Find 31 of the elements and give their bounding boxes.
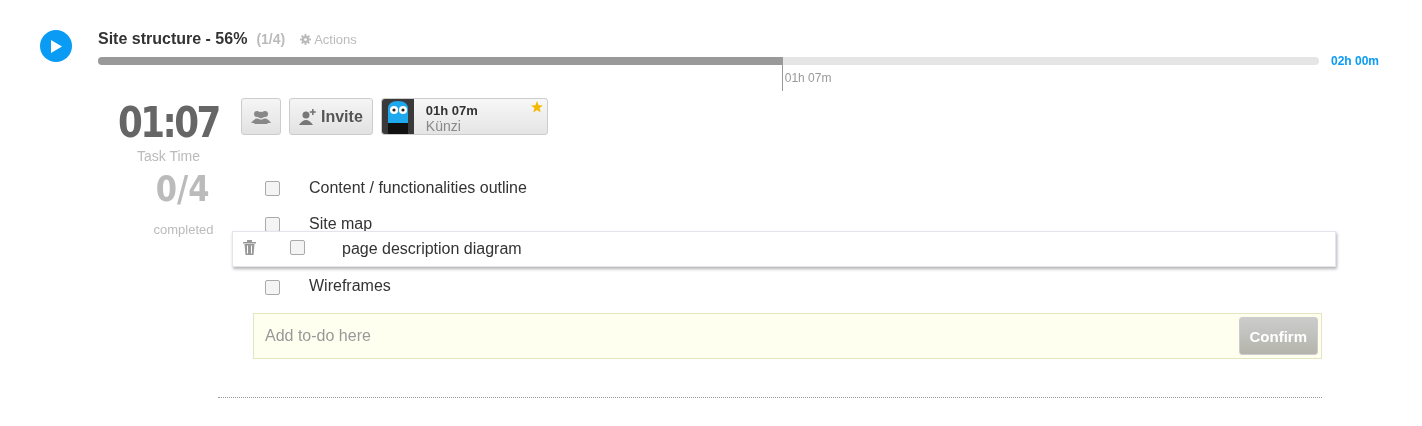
checkbox[interactable] xyxy=(290,239,305,255)
trash-icon[interactable] xyxy=(243,240,256,255)
todo-input[interactable]: Add to-do here xyxy=(263,326,867,346)
subtask-count: (1/4) xyxy=(256,31,286,47)
play-button[interactable] xyxy=(40,30,72,62)
gear-icon xyxy=(300,33,312,45)
task-timer: 01:07 xyxy=(118,98,219,148)
task-title: Site structure - 56% xyxy=(98,30,248,48)
invite-button[interactable]: Invite xyxy=(289,98,373,135)
time-marker xyxy=(781,57,783,91)
dragged-todo-popup[interactable]: page description diagram xyxy=(232,231,1336,267)
estimated-time: 02h 00m xyxy=(1331,54,1380,68)
member-time: 01h 07m xyxy=(425,103,478,118)
todo-text: Content / functionalities outline xyxy=(309,179,527,197)
marker-time: 01h 07m xyxy=(784,71,832,85)
checkbox[interactable] xyxy=(265,216,280,232)
people-icon xyxy=(251,109,271,124)
timer-label: Task Time xyxy=(137,148,200,164)
member-name: Künzi xyxy=(425,118,462,134)
add-person-icon xyxy=(299,108,317,125)
completed-label: completed xyxy=(153,222,214,237)
avatar-icon xyxy=(381,99,414,134)
todo-text: Wireframes xyxy=(309,277,391,295)
todo-text: Site map xyxy=(309,215,373,233)
todo-text: page description diagram xyxy=(342,240,522,258)
member-chip[interactable]: 01h 07m Künzi xyxy=(380,98,548,135)
team-button[interactable] xyxy=(241,98,281,135)
play-icon xyxy=(50,39,62,53)
completed-count: 0/4 xyxy=(155,168,210,210)
checkbox[interactable] xyxy=(265,280,280,295)
checkbox[interactable] xyxy=(265,180,280,196)
